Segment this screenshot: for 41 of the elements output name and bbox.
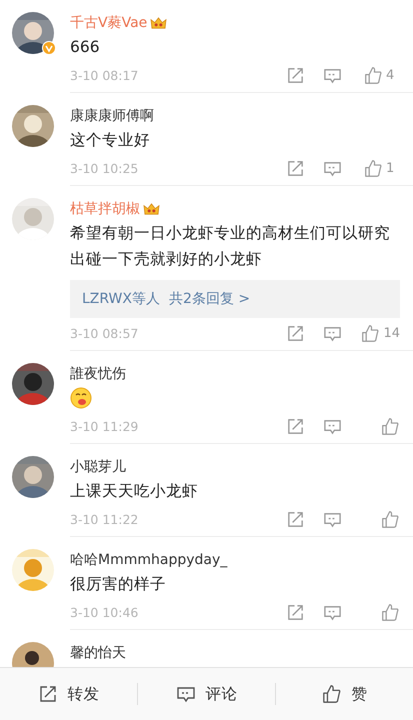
emoji-icon bbox=[70, 387, 92, 409]
verified-badge-icon bbox=[42, 41, 56, 55]
like-icon[interactable] bbox=[381, 510, 400, 528]
share-icon[interactable] bbox=[286, 66, 305, 84]
crown-icon bbox=[143, 202, 160, 216]
share-icon[interactable] bbox=[286, 324, 305, 342]
comment-time: 3-10 08:17 bbox=[70, 68, 138, 82]
user-name[interactable]: 馨的怡天 bbox=[70, 644, 126, 662]
share-icon[interactable] bbox=[286, 416, 305, 436]
like-icon bbox=[322, 684, 342, 704]
comment-text: 上课天天吃小龙虾 bbox=[70, 481, 198, 502]
like-icon[interactable] bbox=[364, 158, 383, 178]
comment-text: 666 bbox=[70, 37, 100, 58]
share-icon[interactable] bbox=[286, 158, 305, 178]
share-icon[interactable] bbox=[286, 602, 305, 622]
replies-link[interactable]: LZRWX等人 共2条回复 > bbox=[70, 280, 400, 318]
action-button[interactable]: 评论 bbox=[138, 674, 275, 714]
comment-time: 3-10 08:57 bbox=[70, 326, 138, 340]
like-icon[interactable] bbox=[361, 324, 380, 342]
comment-time: 3-10 10:25 bbox=[70, 160, 138, 176]
share-icon bbox=[38, 684, 58, 704]
user-name[interactable]: 康康康师傅啊 bbox=[70, 107, 154, 125]
user-name[interactable]: 哈哈Mmmmhappyday_ bbox=[70, 551, 228, 569]
like-icon[interactable] bbox=[381, 602, 400, 622]
crown-icon bbox=[150, 16, 168, 30]
user-name[interactable]: 小聪芽儿 bbox=[70, 458, 126, 476]
share-icon[interactable] bbox=[286, 510, 305, 528]
like-count: 14 bbox=[383, 326, 400, 340]
action-button[interactable]: 赞 bbox=[276, 674, 413, 714]
like-icon[interactable] bbox=[364, 66, 383, 84]
like-icon[interactable] bbox=[381, 416, 400, 436]
comment-time: 3-10 11:22 bbox=[70, 512, 138, 526]
like-count: 1 bbox=[386, 160, 396, 176]
action-button[interactable]: 转发 bbox=[0, 674, 137, 714]
comment-time: 3-10 11:29 bbox=[70, 418, 138, 434]
comment-time: 3-10 10:46 bbox=[70, 604, 138, 620]
comment-text: 这个专业好 bbox=[70, 130, 150, 151]
comment-text: 希望有朝一日小龙虾专业的高材生们可以研究出碰一下壳就剥好的小龙虾 bbox=[70, 223, 391, 270]
user-name[interactable]: 誰夜忧伤 bbox=[70, 365, 126, 383]
like-count: 4 bbox=[386, 68, 396, 82]
comment-text: 很厉害的样子 bbox=[70, 574, 166, 595]
